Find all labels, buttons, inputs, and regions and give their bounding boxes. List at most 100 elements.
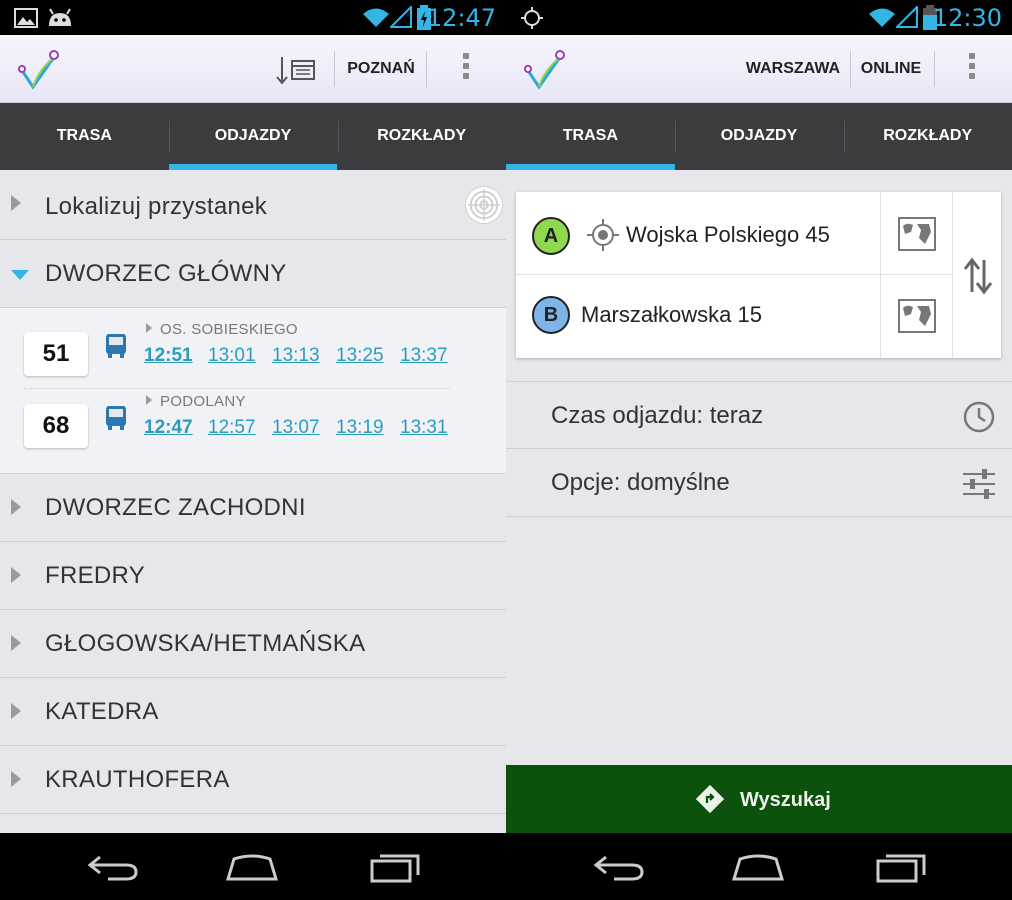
left-screen: 12:47 POZNAŃ TRASA ODJAZDY ROZKŁADY Loka… (0, 0, 506, 900)
tab-rozklady[interactable]: ROZKŁADY (843, 103, 1012, 170)
divider (426, 51, 427, 87)
tab-trasa[interactable]: TRASA (506, 103, 675, 170)
map-icon[interactable] (897, 216, 937, 252)
divider (24, 388, 450, 389)
action-bar: WARSZAWA ONLINE (506, 35, 1012, 103)
divider (334, 51, 335, 87)
stop-name: DWORZEC GŁÓWNY (45, 260, 287, 287)
line-number-badge[interactable]: 68 (24, 404, 88, 448)
divider (169, 121, 170, 153)
android-icon (49, 8, 71, 26)
target-icon[interactable] (465, 186, 503, 224)
stop-row[interactable]: KATEDRA (0, 678, 506, 746)
expanded-stop-header[interactable]: DWORZEC GŁÓWNY (0, 240, 506, 308)
locate-stop-row[interactable]: Lokalizuj przystanek (0, 170, 506, 240)
overflow-menu-icon[interactable] (460, 53, 472, 85)
stop-row[interactable]: KRAUTHOFERA (0, 746, 506, 814)
divider (675, 121, 676, 153)
home-icon[interactable] (224, 851, 280, 883)
origin-address[interactable]: Wojska Polskiego 45 (626, 192, 830, 278)
wifi-icon (869, 8, 895, 27)
line-number-badge[interactable]: 51 (24, 332, 88, 376)
departure-time-link[interactable]: 13:01 (208, 345, 256, 367)
divider (844, 121, 845, 153)
departure-time-link[interactable]: 13:25 (336, 345, 384, 367)
chevron-right-icon (11, 703, 21, 719)
settings-sliders-icon (963, 469, 995, 499)
departure-row: 51 OS. SOBIESKIEGO 12:51 13:01 13:13 13:… (0, 318, 506, 388)
gps-icon (521, 7, 543, 29)
destination-label: OS. SOBIESKIEGO (146, 321, 298, 338)
divider (934, 51, 935, 87)
stop-name: KRAUTHOFERA (45, 766, 230, 793)
tab-bar: TRASA ODJAZDY ROZKŁADY (506, 103, 1012, 170)
clock-icon (963, 401, 995, 433)
nav-bar (506, 833, 1012, 900)
status-time: 12:30 (932, 4, 1002, 32)
departure-time-row[interactable]: Czas odjazdu: teraz (506, 381, 1012, 449)
tab-odjazdy[interactable]: ODJAZDY (168, 103, 338, 170)
app-logo-icon[interactable] (522, 47, 568, 91)
back-icon[interactable] (592, 851, 648, 883)
departure-time-link[interactable]: 13:19 (336, 417, 384, 439)
stop-row[interactable]: DWORZEC ZACHODNI (0, 474, 506, 542)
right-screen: 12:30 WARSZAWA ONLINE TRASA ODJAZDY ROZK… (506, 0, 1012, 900)
stop-row[interactable]: GŁOGOWSKA/HETMAŃSKA (0, 610, 506, 678)
chevron-right-icon (11, 771, 21, 787)
departure-time-link[interactable]: 12:47 (144, 417, 193, 439)
stop-list: Lokalizuj przystanek DWORZEC GŁÓWNY 51 O… (0, 170, 506, 814)
departure-time-link[interactable]: 12:51 (144, 345, 193, 367)
wifi-icon (363, 8, 389, 27)
departure-time-link[interactable]: 12:57 (208, 417, 256, 439)
divider (516, 274, 953, 275)
destination-address[interactable]: Marszałkowska 15 (581, 275, 762, 355)
status-time: 12:47 (426, 4, 496, 32)
sort-calendar-icon[interactable] (274, 55, 316, 85)
stop-name: KATEDRA (45, 698, 159, 725)
departure-time-link[interactable]: 13:37 (400, 345, 448, 367)
recent-apps-icon[interactable] (874, 851, 930, 883)
chevron-right-icon (11, 635, 21, 651)
origin-marker: A (532, 217, 570, 255)
home-icon[interactable] (730, 851, 786, 883)
divider (338, 121, 339, 153)
signal-icon (896, 6, 918, 28)
search-button[interactable]: Wyszukaj (506, 765, 1012, 833)
options-row[interactable]: Opcje: domyślne (506, 449, 1012, 517)
swap-icon[interactable] (962, 256, 994, 296)
app-logo-icon[interactable] (16, 47, 62, 91)
status-bar: 12:47 (0, 0, 506, 35)
my-location-icon[interactable] (586, 218, 620, 252)
chevron-down-icon (11, 270, 29, 280)
back-icon[interactable] (86, 851, 142, 883)
departure-time-link[interactable]: 13:31 (400, 417, 448, 439)
tab-bar: TRASA ODJAZDY ROZKŁADY (0, 103, 506, 170)
stop-name: DWORZEC ZACHODNI (45, 494, 306, 521)
overflow-menu-icon[interactable] (966, 53, 978, 85)
route-card: A Wojska Polskiego 45 B Marszałkowska 15 (516, 192, 1001, 358)
gallery-icon (14, 8, 38, 28)
divider (952, 192, 953, 358)
departures-panel: 51 OS. SOBIESKIEGO 12:51 13:01 13:13 13:… (0, 308, 506, 474)
origin-row[interactable]: A Wojska Polskiego 45 (516, 192, 880, 274)
departure-time-link[interactable]: 13:13 (272, 345, 320, 367)
bus-icon (106, 406, 126, 430)
map-icon[interactable] (897, 298, 937, 334)
city-selector[interactable]: WARSZAWA (742, 35, 844, 103)
chevron-right-icon (11, 499, 21, 515)
chevron-right-icon (11, 195, 21, 211)
destination-label: PODOLANY (146, 393, 246, 410)
search-label: Wyszukaj (740, 789, 831, 811)
tab-odjazdy[interactable]: ODJAZDY (675, 103, 844, 170)
recent-apps-icon[interactable] (368, 851, 424, 883)
status-bar: 12:30 (506, 0, 1012, 35)
signal-icon (390, 6, 412, 28)
online-toggle[interactable]: ONLINE (856, 35, 926, 103)
divider (850, 51, 851, 87)
tab-trasa[interactable]: TRASA (0, 103, 169, 170)
stop-row[interactable]: FREDRY (0, 542, 506, 610)
tab-rozklady[interactable]: ROZKŁADY (337, 103, 506, 170)
departure-time-link[interactable]: 13:07 (272, 417, 320, 439)
destination-row[interactable]: B Marszałkowska 15 (516, 275, 880, 357)
city-selector[interactable]: POZNAŃ (341, 35, 421, 103)
